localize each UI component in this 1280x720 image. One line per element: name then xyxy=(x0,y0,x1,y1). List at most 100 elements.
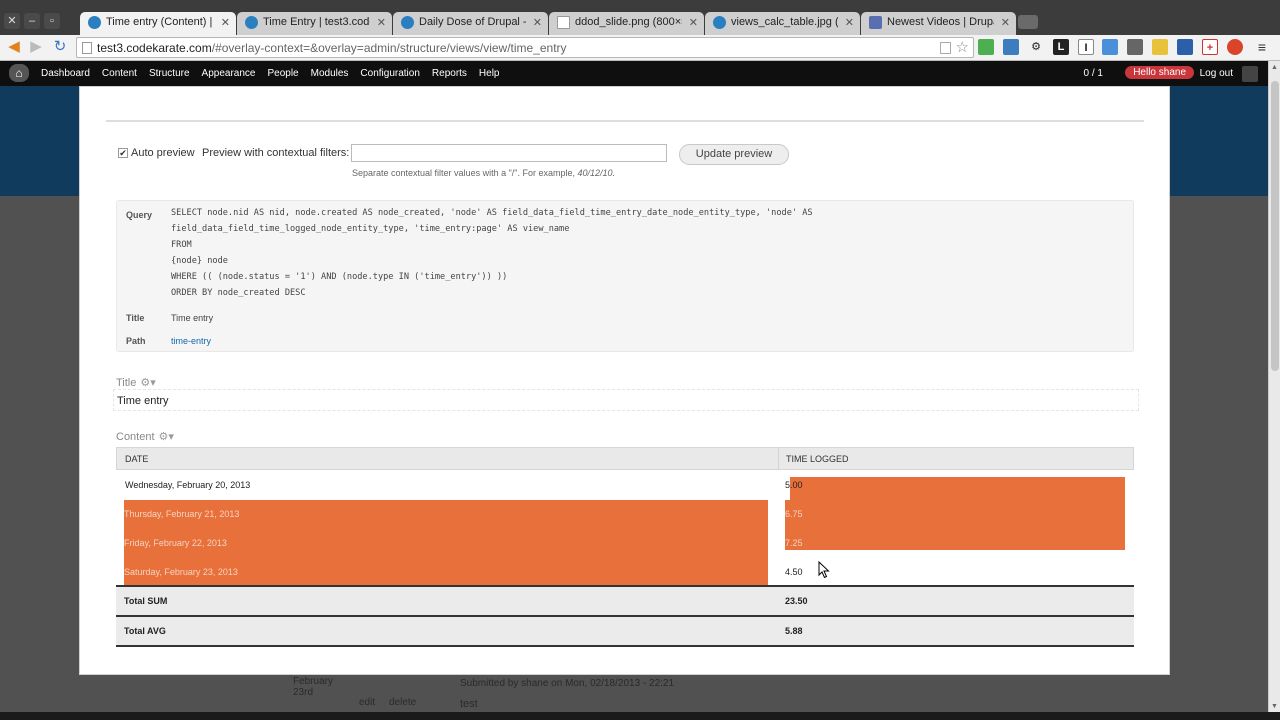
query-line: SELECT node.nid AS nid, node.created AS … xyxy=(171,208,813,218)
admin-menu-dashboard[interactable]: Dashboard xyxy=(35,61,96,86)
admin-menu-appearance[interactable]: Appearance xyxy=(196,61,262,86)
back-arrow-icon[interactable]: ◀ xyxy=(5,38,23,56)
column-header-date[interactable]: DATE xyxy=(125,454,148,464)
background-delete-link[interactable]: delete xyxy=(389,697,416,708)
extension-round-icon[interactable] xyxy=(1227,39,1243,55)
table-row[interactable]: Friday, February 22, 2013 7.25 xyxy=(116,529,1134,558)
drupal-icon xyxy=(713,16,726,29)
window-minimize-icon[interactable]: – xyxy=(24,13,40,29)
extension-flag-icon[interactable] xyxy=(1177,39,1193,55)
extension-color-icon[interactable] xyxy=(978,39,994,55)
browser-tab-5[interactable]: views_calc_table.jpg (743 ✕ xyxy=(705,12,860,35)
tab-close-icon[interactable]: ✕ xyxy=(377,16,386,29)
window-close-icon[interactable]: ✕ xyxy=(4,13,20,29)
table-row[interactable]: Wednesday, February 20, 2013 5.00 xyxy=(116,471,1134,500)
query-line: FROM xyxy=(171,240,192,250)
admin-menu-structure[interactable]: Structure xyxy=(143,61,196,86)
gear-icon[interactable]: ⚙▾ xyxy=(140,376,155,389)
browser-tab-title: ddod_slide.png (800×500 xyxy=(575,16,682,28)
admin-menu-people[interactable]: People xyxy=(261,61,304,86)
query-info-box: Query SELECT node.nid AS nid, node.creat… xyxy=(116,200,1134,352)
tab-close-icon[interactable]: ✕ xyxy=(1001,16,1010,29)
auto-preview-checkbox[interactable]: ✔ xyxy=(118,148,128,158)
query-title-label: Title xyxy=(126,313,145,323)
scroll-down-arrow-icon[interactable]: ▼ xyxy=(1271,703,1278,710)
title-preview-area: Time entry xyxy=(113,389,1139,411)
chrome-menu-icon[interactable]: ≡ xyxy=(1254,39,1270,55)
overlay-divider xyxy=(106,120,1144,122)
title-preview-text: Time entry xyxy=(117,395,169,407)
query-label: Query xyxy=(126,210,153,220)
logout-link[interactable]: Log out xyxy=(1200,68,1233,79)
drupal-admin-toolbar: ⌂ Dashboard Content Structure Appearance… xyxy=(0,61,1280,86)
address-bar[interactable]: test3.codekarate.com/#overlay-context=&o… xyxy=(76,37,974,58)
drupal-icon xyxy=(401,16,414,29)
address-url: test3.codekarate.com/#overlay-context=&o… xyxy=(97,41,567,55)
query-path-link[interactable]: time-entry xyxy=(171,336,211,346)
bookmark-star-icon[interactable]: ☆ xyxy=(956,38,969,56)
admin-menu-modules[interactable]: Modules xyxy=(305,61,355,86)
background-edit-link[interactable]: edit xyxy=(359,697,375,708)
browser-tab-6[interactable]: Newest Videos | Drupalize ✕ xyxy=(861,12,1016,35)
contextual-filters-help: Separate contextual filter values with a… xyxy=(352,168,616,178)
window-maximize-icon[interactable]: ▫ xyxy=(44,13,60,29)
query-title-value: Time entry xyxy=(171,313,214,323)
total-sum-label: Total SUM xyxy=(124,596,168,606)
admin-menu: Dashboard Content Structure Appearance P… xyxy=(35,61,506,86)
scroll-up-arrow-icon[interactable]: ▲ xyxy=(1271,64,1278,71)
drupal-icon xyxy=(245,16,258,29)
background-submitted: Submitted by shane on Mon, 02/18/2013 - … xyxy=(460,678,675,689)
tab-close-icon[interactable]: ✕ xyxy=(221,16,230,29)
browser-tab-1[interactable]: Time entry (Content) | te ✕ xyxy=(80,12,236,36)
admin-menu-help[interactable]: Help xyxy=(473,61,506,86)
browser-tabstrip: ✕ – ▫ Time entry (Content) | te ✕ Time E… xyxy=(0,0,1280,36)
table-bottom-border xyxy=(116,645,1134,647)
table-row[interactable]: Saturday, February 23, 2013 4.50 xyxy=(116,558,1134,587)
hello-user-badge[interactable]: Hello shane xyxy=(1125,66,1194,79)
window-controls: ✕ – ▫ xyxy=(4,13,60,29)
auto-preview-label: Auto preview xyxy=(131,147,195,159)
page-scrollbar[interactable]: ▲ ▼ xyxy=(1268,61,1280,712)
column-separator xyxy=(778,448,779,470)
admin-overlay: ✔ Auto preview Preview with contextual f… xyxy=(79,86,1170,675)
browser-tab-title: Time Entry | test3.codeka xyxy=(263,16,370,28)
admin-menu-configuration[interactable]: Configuration xyxy=(354,61,425,86)
browser-tab-4[interactable]: ddod_slide.png (800×500 ✕ xyxy=(549,12,704,35)
page-action-icon[interactable] xyxy=(940,42,951,54)
window-bottom-edge xyxy=(0,712,1280,720)
browser-tab-title: Time entry (Content) | te xyxy=(106,16,214,28)
extension-capture-icon[interactable] xyxy=(1127,39,1143,55)
browser-tab-3[interactable]: Daily Dose of Drupal - Dr ✕ xyxy=(393,12,548,35)
forward-arrow-icon[interactable]: ▶ xyxy=(27,38,45,56)
table-row[interactable]: Thursday, February 21, 2013 6.75 xyxy=(116,500,1134,529)
extension-i-icon[interactable]: I xyxy=(1078,39,1094,55)
contextual-filters-input[interactable] xyxy=(351,144,667,162)
query-line: WHERE (( (node.status = '1') AND (node.t… xyxy=(171,272,508,282)
gear-icon[interactable]: ⚙▾ xyxy=(159,430,174,443)
table-cell-date: Saturday, February 23, 2013 xyxy=(124,558,768,587)
browser-tab-title: Daily Dose of Drupal - Dr xyxy=(419,16,526,28)
extension-l-icon[interactable]: L xyxy=(1053,39,1069,55)
extension-plus-icon[interactable]: + xyxy=(1202,39,1218,55)
extension-folder-icon[interactable] xyxy=(1152,39,1168,55)
background-date-day: 23rd xyxy=(293,687,314,698)
tab-close-icon[interactable]: ✕ xyxy=(533,16,542,29)
new-tab-button[interactable] xyxy=(1018,15,1038,29)
table-cell-time: 5.00 xyxy=(785,477,1125,500)
reload-icon[interactable]: ↻ xyxy=(51,38,69,56)
tab-close-icon[interactable]: ✕ xyxy=(689,16,698,29)
home-icon[interactable]: ⌂ xyxy=(9,64,29,82)
admin-menu-content[interactable]: Content xyxy=(96,61,143,86)
scrollbar-thumb[interactable] xyxy=(1271,81,1279,371)
browser-tab-2[interactable]: Time Entry | test3.codeka ✕ xyxy=(237,12,392,35)
tab-close-icon[interactable]: ✕ xyxy=(845,16,854,29)
extension-screen-icon[interactable] xyxy=(1102,39,1118,55)
extension-gear-icon[interactable]: ⚙ xyxy=(1028,39,1044,55)
toolbar-drawer-toggle[interactable] xyxy=(1242,66,1258,82)
video-icon xyxy=(869,16,882,29)
admin-menu-reports[interactable]: Reports xyxy=(426,61,473,86)
total-sum-value: 23.50 xyxy=(785,596,808,606)
column-header-time-logged[interactable]: TIME LOGGED xyxy=(786,454,849,464)
update-preview-button[interactable]: Update preview xyxy=(679,144,789,165)
extension-shield-icon[interactable] xyxy=(1003,39,1019,55)
